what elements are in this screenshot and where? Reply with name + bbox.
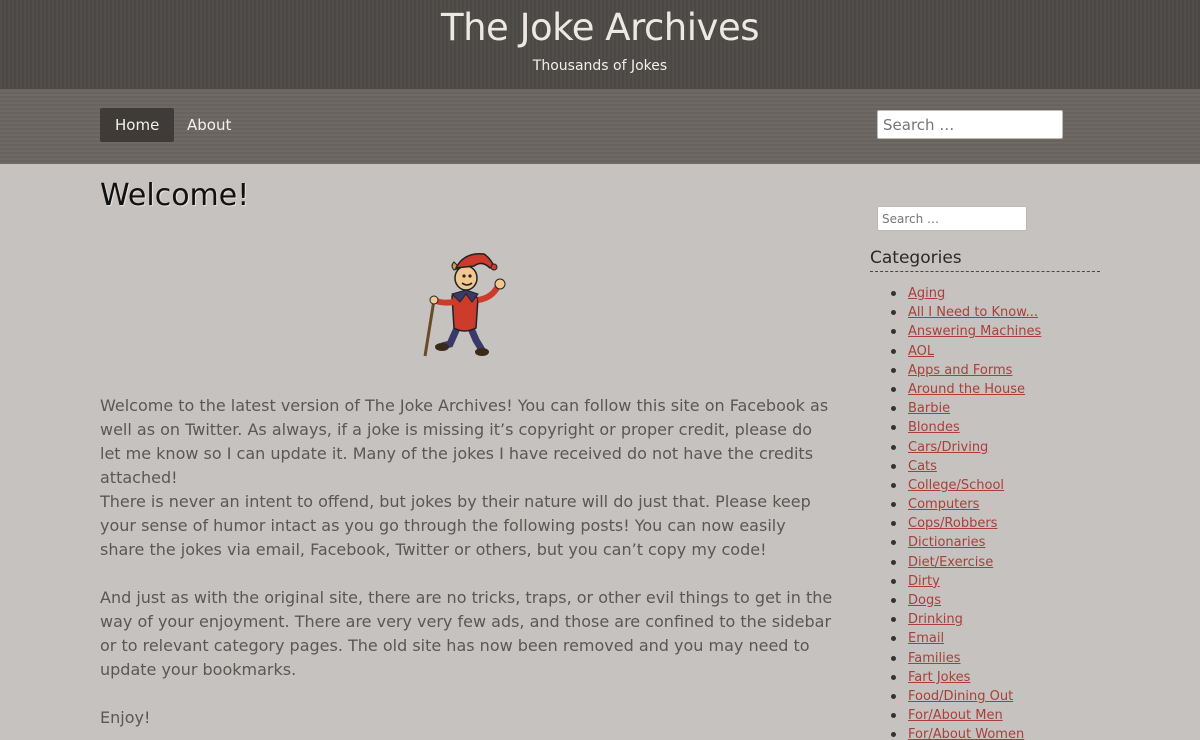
category-link[interactable]: AOL: [908, 344, 934, 359]
site-info-paragraph: And just as with the original site, ther…: [100, 588, 833, 679]
category-list-item: Dogs: [888, 591, 1041, 610]
category-list-item: Barbie: [888, 399, 1041, 418]
category-list-item: Diet/Exercise: [888, 553, 1041, 572]
category-list-item: Families: [888, 649, 1041, 668]
category-link[interactable]: Email: [908, 631, 944, 646]
category-link[interactable]: Diet/Exercise: [908, 555, 993, 570]
category-list-item: Apps and Forms: [888, 361, 1041, 380]
category-list-item: For/About Women: [888, 725, 1041, 740]
category-link[interactable]: Cats: [908, 459, 937, 474]
category-link[interactable]: Food/Dining Out: [908, 689, 1013, 704]
nav-item-home[interactable]: Home: [100, 108, 175, 142]
intent-paragraph: There is never an intent to offend, but …: [100, 492, 811, 559]
category-link[interactable]: Blondes: [908, 420, 960, 435]
sidebar-search-input[interactable]: [877, 206, 1027, 231]
category-list-item: Dictionaries: [888, 533, 1041, 552]
closing-paragraph: Enjoy!: [100, 708, 151, 727]
category-link[interactable]: Cops/Robbers: [908, 516, 997, 531]
category-list-item: Drinking: [888, 610, 1041, 629]
category-list-item: Dirty: [888, 572, 1041, 591]
site-header: The Joke Archives Thousands of Jokes: [0, 0, 1200, 89]
category-link[interactable]: Computers: [908, 497, 979, 512]
category-link[interactable]: For/About Women: [908, 727, 1024, 740]
category-link[interactable]: Aging: [908, 286, 945, 301]
category-list-item: Email: [888, 629, 1041, 648]
category-list-item: For/About Men: [888, 706, 1041, 725]
category-list-item: Cars/Driving: [888, 438, 1041, 457]
category-link[interactable]: Answering Machines: [908, 324, 1041, 339]
category-list-item: Cats: [888, 457, 1041, 476]
category-list-item: Computers: [888, 495, 1041, 514]
category-link[interactable]: College/School: [908, 478, 1004, 493]
site-description: Thousands of Jokes: [532, 58, 668, 74]
site-title[interactable]: The Joke Archives: [0, 6, 1200, 49]
categories-title: Categories: [870, 248, 1100, 272]
category-link[interactable]: All I Need to Know...: [908, 305, 1038, 320]
category-list-item: AOL: [888, 342, 1041, 361]
category-list-item: Around the House: [888, 380, 1041, 399]
category-link[interactable]: Dictionaries: [908, 535, 985, 550]
header-search-input[interactable]: [877, 110, 1063, 139]
category-link[interactable]: Dirty: [908, 574, 940, 589]
category-list-item: Cops/Robbers: [888, 514, 1041, 533]
nav-item-about[interactable]: About: [172, 108, 246, 142]
categories-list: Aging All I Need to Know... Answering Mach…: [888, 284, 1041, 740]
category-link[interactable]: Dogs: [908, 593, 941, 608]
category-list-item: All I Need to Know...: [888, 303, 1041, 322]
category-list-item: Blondes: [888, 418, 1041, 437]
category-link[interactable]: Families: [908, 651, 961, 666]
category-link[interactable]: Fart Jokes: [908, 670, 970, 685]
page-title: Welcome!: [100, 178, 250, 213]
intro-paragraph: Welcome to the latest version of The Jok…: [100, 396, 829, 487]
category-link[interactable]: Barbie: [908, 401, 950, 416]
category-list-item: Aging: [888, 284, 1041, 303]
category-link[interactable]: Cars/Driving: [908, 440, 988, 455]
category-link[interactable]: Drinking: [908, 612, 963, 627]
category-list-item: Answering Machines: [888, 322, 1041, 341]
category-link[interactable]: Apps and Forms: [908, 363, 1012, 378]
category-link[interactable]: Around the House: [908, 382, 1025, 397]
category-link[interactable]: For/About Men: [908, 708, 1003, 723]
jester-mascot-image: [423, 253, 506, 357]
category-list-item: Food/Dining Out: [888, 687, 1041, 706]
category-list-item: College/School: [888, 476, 1041, 495]
category-list-item: Fart Jokes: [888, 668, 1041, 687]
